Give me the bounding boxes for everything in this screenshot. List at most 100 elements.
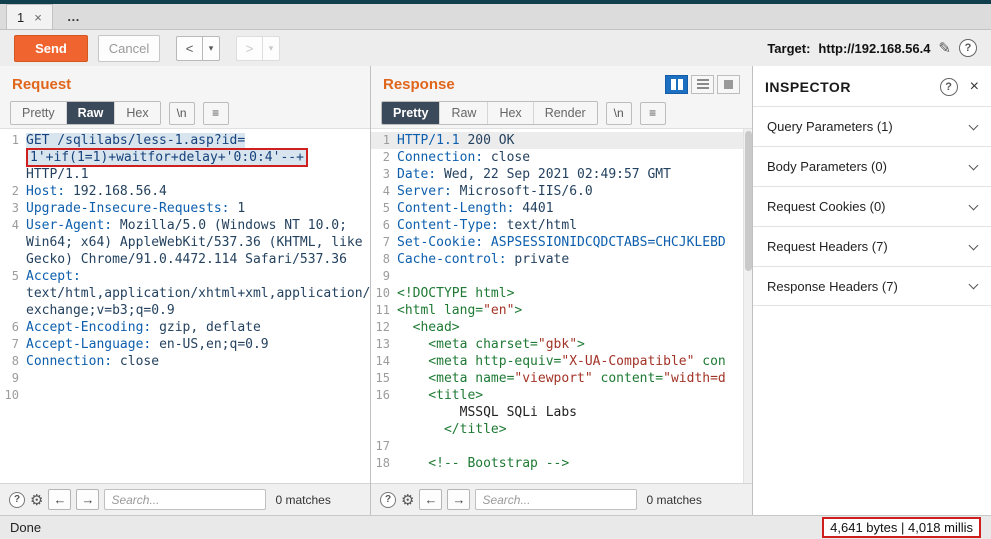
code-text[interactable]: Accept: text/html,application/xhtml+xml,… — [26, 268, 370, 319]
code-text[interactable]: Content-Length: 4401 — [397, 200, 752, 217]
response-menu-button[interactable]: ≡ — [640, 102, 666, 125]
response-scrollbar[interactable] — [743, 129, 752, 483]
code-text[interactable]: GET /sqlilabs/less-1.asp?id=1'+if(1=1)+w… — [26, 132, 370, 183]
code-line[interactable]: 9 — [0, 370, 370, 387]
code-text[interactable]: <!DOCTYPE html> — [397, 285, 752, 302]
code-text[interactable] — [397, 438, 752, 455]
response-search-prev-button[interactable]: ← — [419, 489, 442, 510]
inspector-section-response-headers[interactable]: Response Headers (7) — [753, 266, 991, 306]
code-line[interactable]: 11<html lang="en"> — [371, 302, 752, 319]
response-tab-pretty[interactable]: Pretty — [382, 102, 439, 124]
code-line[interactable]: 5Content-Length: 4401 — [371, 200, 752, 217]
request-search-input[interactable] — [104, 489, 266, 510]
response-tab-raw[interactable]: Raw — [439, 102, 487, 124]
code-text[interactable]: <meta charset="gbk"> — [397, 336, 752, 353]
code-text[interactable]: <meta name="viewport" content="width=d — [397, 370, 752, 387]
code-line[interactable]: 17 — [371, 438, 752, 455]
code-line[interactable]: 3Upgrade-Insecure-Requests: 1 — [0, 200, 370, 217]
code-text[interactable]: Server: Microsoft-IIS/6.0 — [397, 183, 752, 200]
code-line[interactable]: 4Server: Microsoft-IIS/6.0 — [371, 183, 752, 200]
code-text[interactable]: <!-- Bootstrap --> — [397, 455, 752, 472]
history-forward-caret[interactable]: ▾ — [262, 36, 280, 61]
code-line[interactable]: 6Content-Type: text/html — [371, 217, 752, 234]
request-editor[interactable]: 1GET /sqlilabs/less-1.asp?id=1'+if(1=1)+… — [0, 128, 370, 483]
cancel-button[interactable]: Cancel — [98, 35, 160, 62]
layout-single-button[interactable] — [717, 75, 740, 94]
code-text[interactable]: User-Agent: Mozilla/5.0 (Windows NT 10.0… — [26, 217, 370, 268]
code-text[interactable]: Set-Cookie: ASPSESSIONIDCQDCTABS=CHCJKLE… — [397, 234, 752, 251]
response-search-input[interactable] — [475, 489, 637, 510]
code-text[interactable]: Host: 192.168.56.4 — [26, 183, 370, 200]
code-line[interactable]: 10 — [0, 387, 370, 404]
response-tab-render[interactable]: Render — [533, 102, 597, 124]
tab-overflow-button[interactable]: … — [53, 4, 94, 29]
code-line[interactable]: 1HTTP/1.1 200 OK — [371, 132, 752, 149]
code-text[interactable]: Connection: close — [26, 353, 370, 370]
request-search-next-button[interactable]: → — [76, 489, 99, 510]
code-line[interactable]: 13 <meta charset="gbk"> — [371, 336, 752, 353]
request-search-settings-icon[interactable]: ⚙ — [30, 491, 43, 509]
inspector-section-query-parameters[interactable]: Query Parameters (1) — [753, 106, 991, 146]
request-tab-hex[interactable]: Hex — [114, 102, 159, 124]
inspector-help-icon[interactable]: ? — [940, 78, 958, 96]
code-line[interactable]: 6Accept-Encoding: gzip, deflate — [0, 319, 370, 336]
inspector-close-icon[interactable]: × — [970, 78, 979, 96]
response-tab-hex[interactable]: Hex — [487, 102, 532, 124]
request-newline-toggle-button[interactable]: \n — [169, 102, 195, 125]
inspector-section-body-parameters[interactable]: Body Parameters (0) — [753, 146, 991, 186]
code-line[interactable]: 12 <head> — [371, 319, 752, 336]
code-line[interactable]: 2Connection: close — [371, 149, 752, 166]
code-text[interactable]: Connection: close — [397, 149, 752, 166]
request-search-help-icon[interactable]: ? — [9, 492, 25, 508]
code-text[interactable] — [26, 370, 370, 387]
code-line[interactable]: 8Cache-control: private — [371, 251, 752, 268]
request-tab-pretty[interactable]: Pretty — [11, 102, 66, 124]
layout-rows-button[interactable] — [691, 75, 714, 94]
code-line[interactable]: 10<!DOCTYPE html> — [371, 285, 752, 302]
code-text[interactable]: Accept-Language: en-US,en;q=0.9 — [26, 336, 370, 353]
code-text[interactable]: <html lang="en"> — [397, 302, 752, 319]
code-line[interactable]: 15 <meta name="viewport" content="width=… — [371, 370, 752, 387]
inspector-section-request-headers[interactable]: Request Headers (7) — [753, 226, 991, 266]
layout-columns-button[interactable] — [665, 75, 688, 94]
code-text[interactable]: <title> MSSQL SQLi Labs </title> — [397, 387, 752, 438]
code-text[interactable]: Accept-Encoding: gzip, deflate — [26, 319, 370, 336]
code-line[interactable]: 7Accept-Language: en-US,en;q=0.9 — [0, 336, 370, 353]
code-text[interactable]: Date: Wed, 22 Sep 2021 02:49:57 GMT — [397, 166, 752, 183]
response-newline-toggle-button[interactable]: \n — [606, 102, 632, 125]
code-text[interactable]: HTTP/1.1 200 OK — [397, 132, 752, 149]
request-tab-raw[interactable]: Raw — [66, 102, 115, 124]
code-line[interactable]: 9 — [371, 268, 752, 285]
history-forward-button[interactable]: > — [236, 36, 262, 61]
code-text[interactable]: Content-Type: text/html — [397, 217, 752, 234]
response-search-settings-icon[interactable]: ⚙ — [401, 491, 414, 509]
help-icon[interactable]: ? — [959, 39, 977, 57]
history-back-caret[interactable]: ▾ — [202, 36, 220, 61]
send-button[interactable]: Send — [14, 35, 88, 62]
repeater-tab-1[interactable]: 1 × — [6, 4, 53, 29]
code-text[interactable]: <meta http-equiv="X-UA-Compatible" con — [397, 353, 752, 370]
request-search-prev-button[interactable]: ← — [48, 489, 71, 510]
code-text[interactable] — [26, 387, 370, 404]
code-line[interactable]: 3Date: Wed, 22 Sep 2021 02:49:57 GMT — [371, 166, 752, 183]
code-text[interactable]: <head> — [397, 319, 752, 336]
history-back-button[interactable]: < — [176, 36, 202, 61]
code-line[interactable]: 5Accept: text/html,application/xhtml+xml… — [0, 268, 370, 319]
response-editor[interactable]: 1HTTP/1.1 200 OK2Connection: close3Date:… — [371, 128, 752, 483]
code-line[interactable]: 7Set-Cookie: ASPSESSIONIDCQDCTABS=CHCJKL… — [371, 234, 752, 251]
code-line[interactable]: 8Connection: close — [0, 353, 370, 370]
response-search-next-button[interactable]: → — [447, 489, 470, 510]
response-search-help-icon[interactable]: ? — [380, 492, 396, 508]
code-line[interactable]: 1GET /sqlilabs/less-1.asp?id=1'+if(1=1)+… — [0, 132, 370, 183]
code-text[interactable]: Upgrade-Insecure-Requests: 1 — [26, 200, 370, 217]
code-line[interactable]: 18 <!-- Bootstrap --> — [371, 455, 752, 472]
code-line[interactable]: 16 <title> MSSQL SQLi Labs </title> — [371, 387, 752, 438]
code-text[interactable]: Cache-control: private — [397, 251, 752, 268]
response-scrollbar-thumb[interactable] — [745, 131, 752, 271]
code-text[interactable] — [397, 268, 752, 285]
request-menu-button[interactable]: ≡ — [203, 102, 229, 125]
code-line[interactable]: 14 <meta http-equiv="X-UA-Compatible" co… — [371, 353, 752, 370]
inspector-section-request-cookies[interactable]: Request Cookies (0) — [753, 186, 991, 226]
code-line[interactable]: 2Host: 192.168.56.4 — [0, 183, 370, 200]
edit-target-icon[interactable]: ✎ — [938, 39, 951, 57]
